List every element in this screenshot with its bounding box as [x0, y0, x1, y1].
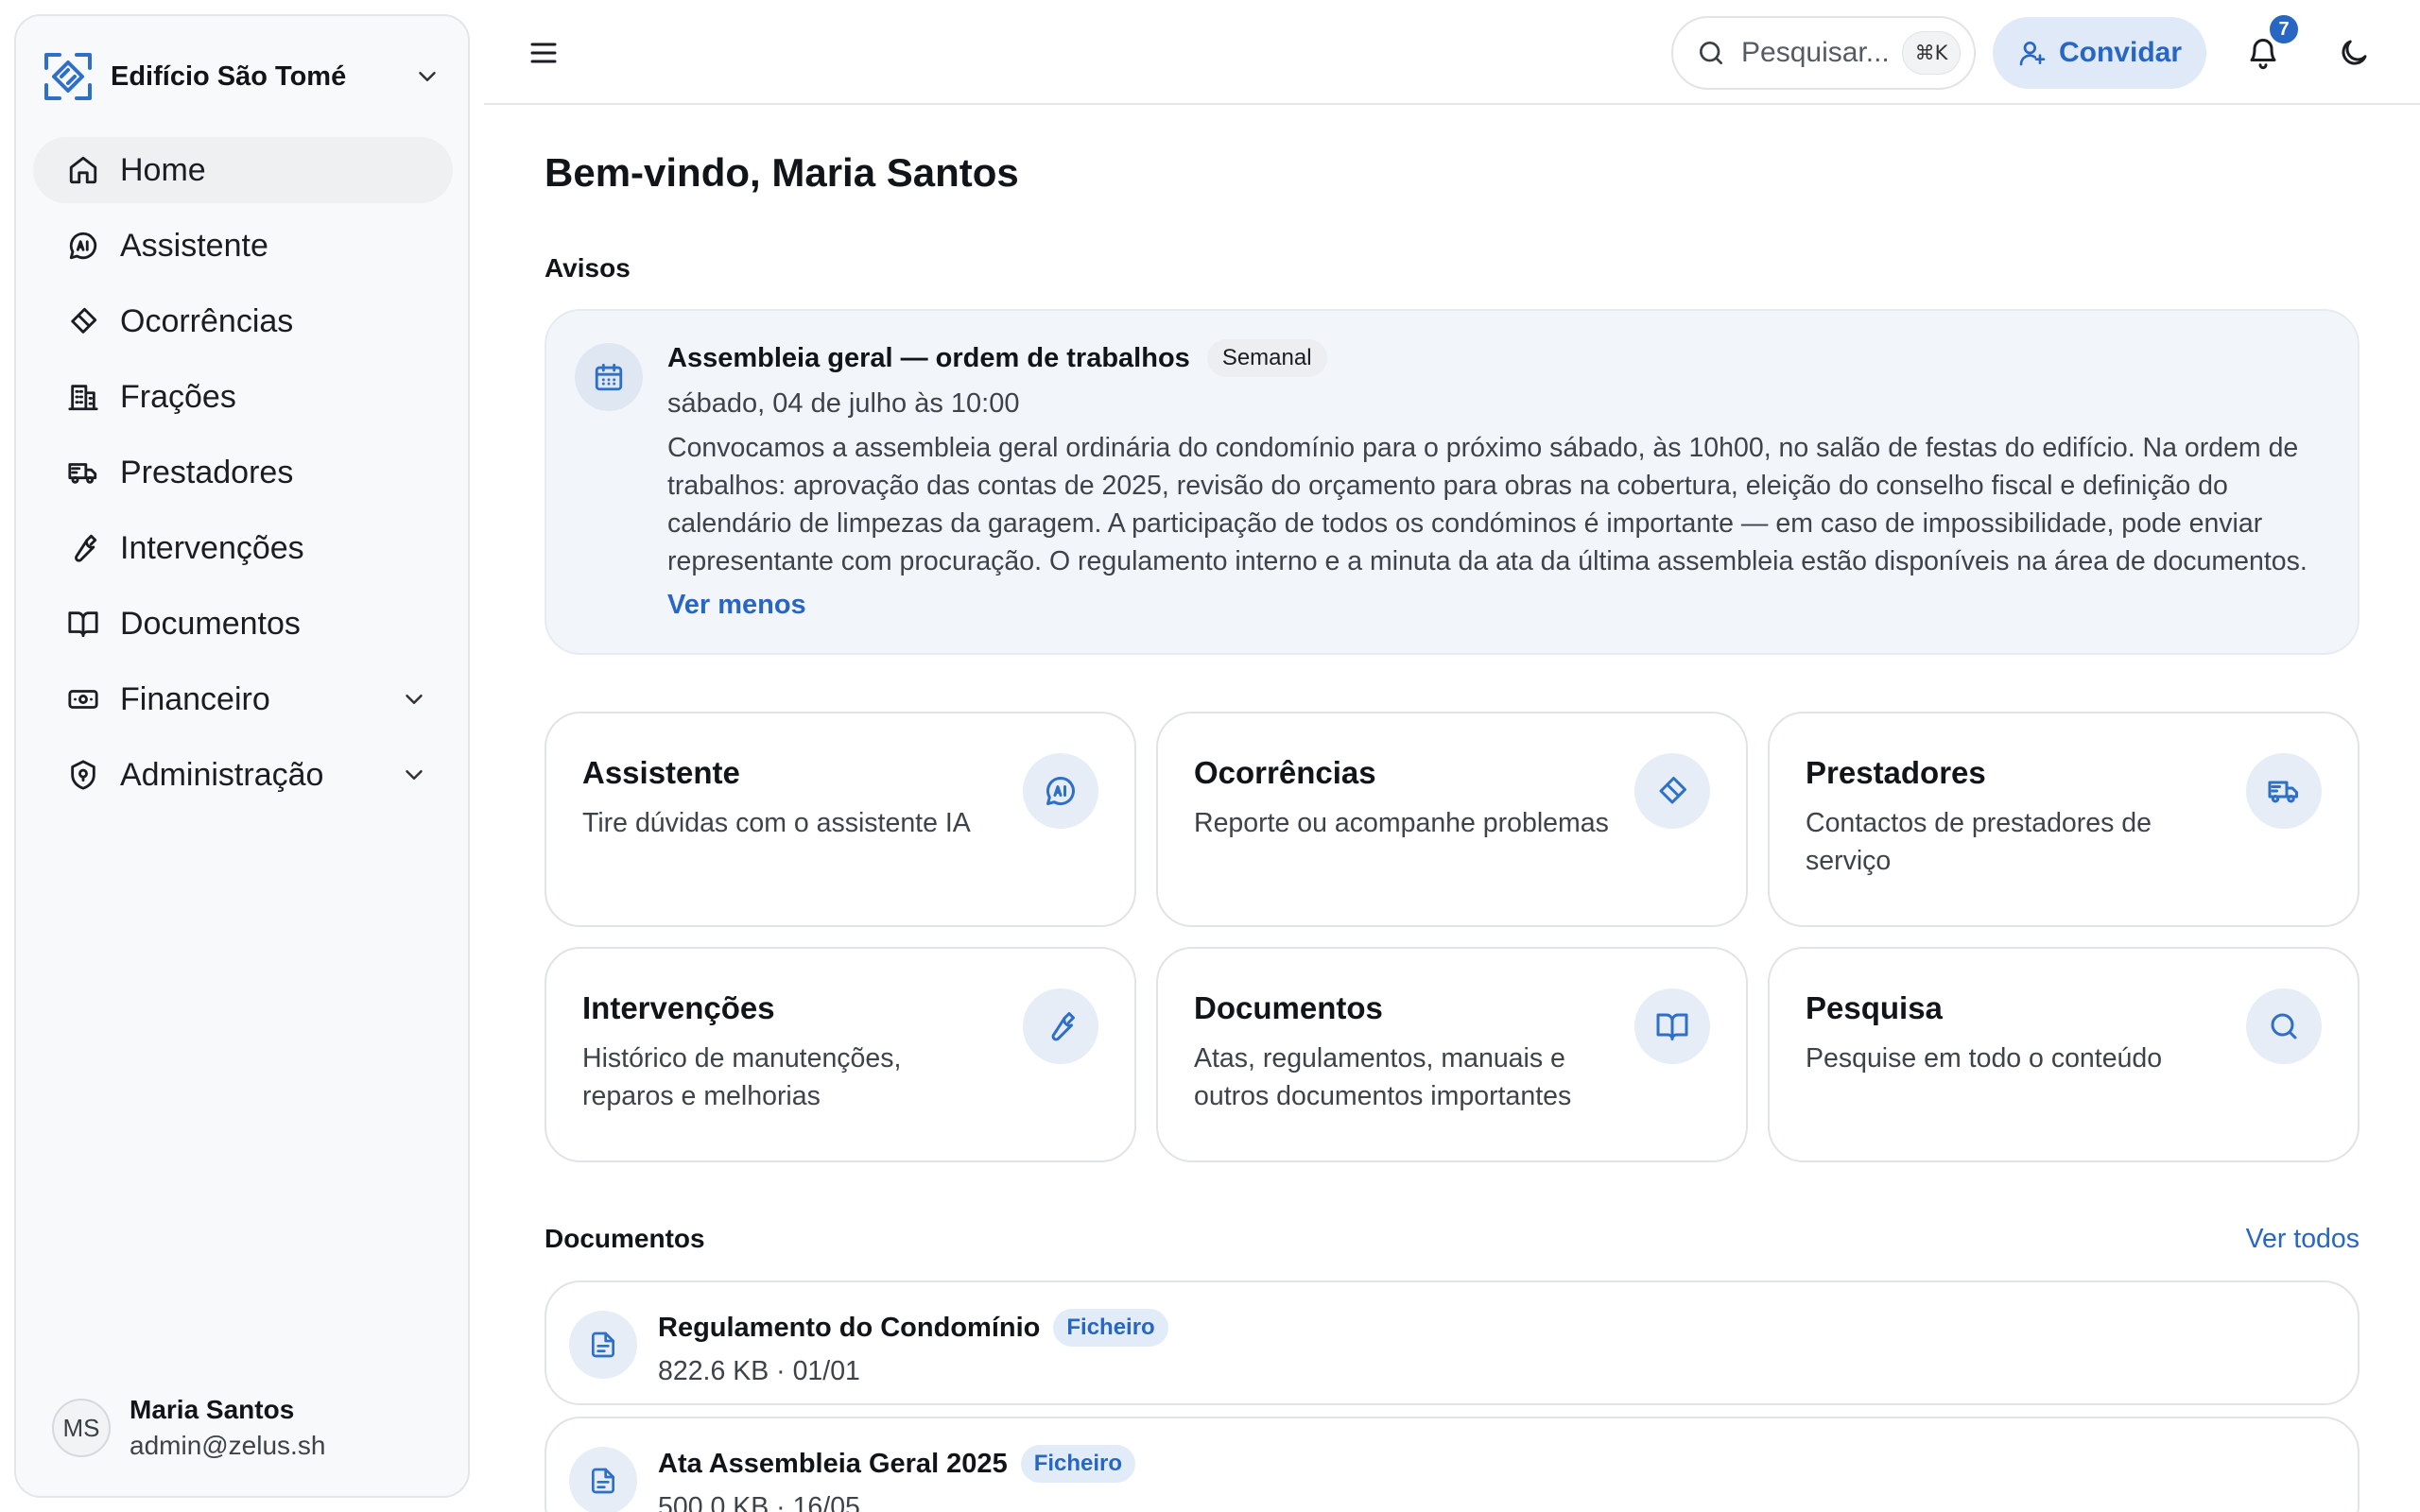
notice-title: Assembleia geral — ordem de trabalhos [667, 342, 1190, 373]
card-assistente[interactable]: Assistente Tire dúvidas com o assistente… [544, 712, 1136, 927]
sidebar-item-home[interactable]: Home [33, 137, 453, 203]
eraser-icon [1634, 753, 1710, 829]
list-item[interactable]: Ata Assembleia Geral 2025 Ficheiro 500.0… [544, 1417, 2360, 1512]
card-pesquisa[interactable]: Pesquisa Pesquise em todo o conteúdo [1768, 947, 2360, 1162]
card-ocorrencias[interactable]: Ocorrências Reporte ou acompanhe problem… [1156, 712, 1748, 927]
org-name: Edifício São Tomé [111, 60, 347, 92]
card-description: Contactos de prestadores de serviço [1806, 808, 2152, 876]
card-intervencoes[interactable]: Intervenções Histórico de manutenções, r… [544, 947, 1136, 1162]
card-description: Histórico de manutenções, reparos e melh… [582, 1043, 902, 1111]
sidebar-item-label: Home [120, 151, 206, 188]
sidebar-item-intervencoes[interactable]: Intervenções [33, 515, 453, 581]
file-icon [569, 1311, 637, 1379]
card-title: Pesquisa [1806, 990, 1943, 1025]
card-title: Assistente [582, 755, 740, 790]
sidebar-item-ocorrencias[interactable]: Ocorrências [33, 288, 453, 354]
sidebar-nav: Home Assistente Ocorrências Frações Pres… [33, 137, 453, 817]
sidebar-item-label: Financeiro [120, 680, 270, 717]
invite-button[interactable]: Convidar [1993, 17, 2206, 89]
user-email: admin@zelus.sh [130, 1431, 326, 1460]
chevron-down-icon [419, 72, 436, 81]
search-icon [2246, 988, 2322, 1064]
avatar: MS [52, 1399, 111, 1457]
sidebar-item-financeiro[interactable]: Financeiro [33, 666, 453, 732]
building-icon [68, 385, 98, 411]
sidebar: Edifício São Tomé Home Assistente Ocorrê… [14, 14, 470, 1498]
quick-links-grid: Assistente Tire dúvidas com o assistente… [544, 712, 2360, 1162]
documents-title: Documentos [544, 1224, 705, 1253]
ai-chat-icon [1023, 753, 1098, 829]
user-name: Maria Santos [130, 1395, 295, 1424]
notice-date: sábado, 04 de julho às 10:00 [667, 388, 1020, 419]
card-title: Documentos [1194, 990, 1383, 1025]
document-type-badge: Ficheiro [1020, 1445, 1136, 1483]
menu-icon[interactable] [527, 36, 561, 70]
sidebar-item-assistente[interactable]: Assistente [33, 213, 453, 279]
search-icon [1700, 42, 1722, 64]
sidebar-item-label: Intervenções [120, 529, 304, 566]
page-title: Bem-vindo, Maria Santos [544, 150, 1019, 195]
user-menu[interactable]: MS Maria Santos admin@zelus.sh [52, 1390, 440, 1466]
card-documentos[interactable]: Documentos Atas, regulamentos, manuais e… [1156, 947, 1748, 1162]
card-title: Ocorrências [1194, 755, 1376, 790]
notice-card: Assembleia geral — ordem de trabalhos Se… [544, 309, 2360, 655]
invite-label: Convidar [2058, 37, 2183, 68]
list-item[interactable]: Regulamento do Condomínio Ficheiro 822.6… [544, 1280, 2360, 1405]
card-prestadores[interactable]: Prestadores Contactos de prestadores de … [1768, 712, 2360, 927]
notices-title: Avisos [544, 253, 631, 283]
ai-chat-icon [69, 232, 97, 260]
card-description: Atas, regulamentos, manuais e outros doc… [1194, 1043, 1572, 1111]
notification-badge: 7 [2268, 13, 2300, 45]
book-icon [1634, 988, 1710, 1064]
sidebar-item-label: Prestadores [120, 454, 294, 490]
sidebar-item-label: Assistente [120, 227, 268, 264]
notice-toggle-link[interactable]: Ver menos [667, 590, 2329, 621]
sidebar-item-administracao[interactable]: Administração [33, 742, 453, 808]
search-shortcut: ⌘K [1902, 31, 1961, 75]
document-type-badge: Ficheiro [1053, 1309, 1168, 1347]
document-meta: 500.0 KB · 16/05 [658, 1492, 860, 1512]
card-title: Intervenções [582, 990, 775, 1025]
sidebar-item-label: Ocorrências [120, 302, 294, 339]
moon-icon[interactable] [2337, 36, 2371, 70]
topbar: Pesquisar... ⌘K Convidar 7 [484, 0, 2420, 105]
notice-text: Convocamos a assembleia geral ordinária … [667, 433, 2308, 576]
file-icon [569, 1447, 637, 1512]
user-plus-icon [2019, 42, 2046, 66]
sidebar-item-fracoes[interactable]: Frações [33, 364, 453, 430]
wrench-icon [1023, 988, 1098, 1064]
chevron-down-icon [406, 695, 423, 704]
card-description: Tire dúvidas com o assistente IA [582, 808, 971, 838]
calendar-icon [575, 343, 643, 411]
org-switcher[interactable]: Edifício São Tomé [43, 37, 441, 116]
search-input[interactable]: Pesquisar... ⌘K [1671, 16, 1976, 90]
card-title: Prestadores [1806, 755, 1986, 790]
document-meta: 822.6 KB · 01/01 [658, 1356, 860, 1386]
sidebar-item-documentos[interactable]: Documentos [33, 591, 453, 657]
notice-tag: Semanal [1206, 339, 1327, 377]
document-name: Regulamento do Condomínio [658, 1312, 1041, 1343]
home-icon [69, 156, 97, 184]
truck-icon [2246, 753, 2322, 829]
sidebar-item-label: Documentos [120, 605, 301, 642]
org-logo-icon [44, 53, 92, 100]
card-description: Reporte ou acompanhe problemas [1194, 808, 1609, 838]
view-all-documents-link[interactable]: Ver todos [2246, 1224, 2360, 1255]
sidebar-item-prestadores[interactable]: Prestadores [33, 439, 453, 506]
search-placeholder: Pesquisar... [1741, 37, 1890, 68]
shield-icon [71, 760, 95, 790]
book-icon [68, 611, 98, 638]
card-description: Pesquise em todo o conteúdo [1806, 1043, 2163, 1074]
document-name: Ata Assembleia Geral 2025 [658, 1448, 1008, 1479]
sidebar-item-label: Administração [120, 756, 324, 793]
banknote-icon [68, 690, 98, 709]
chevron-down-icon [406, 770, 423, 780]
truck-icon [68, 463, 97, 484]
wrench-icon [75, 534, 97, 562]
eraser-icon [71, 307, 97, 334]
sidebar-item-label: Frações [120, 378, 236, 415]
